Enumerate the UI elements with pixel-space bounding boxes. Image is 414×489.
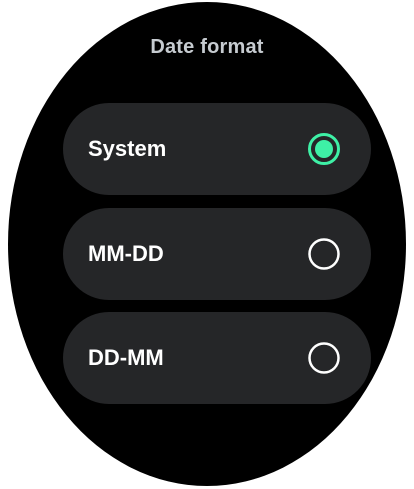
- option-system[interactable]: System: [63, 103, 371, 195]
- radio-unchecked-icon[interactable]: [307, 341, 341, 375]
- radio-checked-icon[interactable]: [307, 132, 341, 166]
- radio-unchecked-icon[interactable]: [307, 237, 341, 271]
- option-label: DD-MM: [88, 345, 164, 370]
- watch-screen: Date format System MM-DD DD-MM: [0, 0, 414, 489]
- option-label: System: [88, 136, 167, 161]
- watch-face: Date format System MM-DD DD-MM: [8, 2, 406, 486]
- page-title: Date format: [150, 36, 264, 58]
- option-label: MM-DD: [88, 241, 164, 266]
- option-dd-mm[interactable]: DD-MM: [63, 312, 371, 404]
- option-mm-dd[interactable]: MM-DD: [63, 208, 371, 300]
